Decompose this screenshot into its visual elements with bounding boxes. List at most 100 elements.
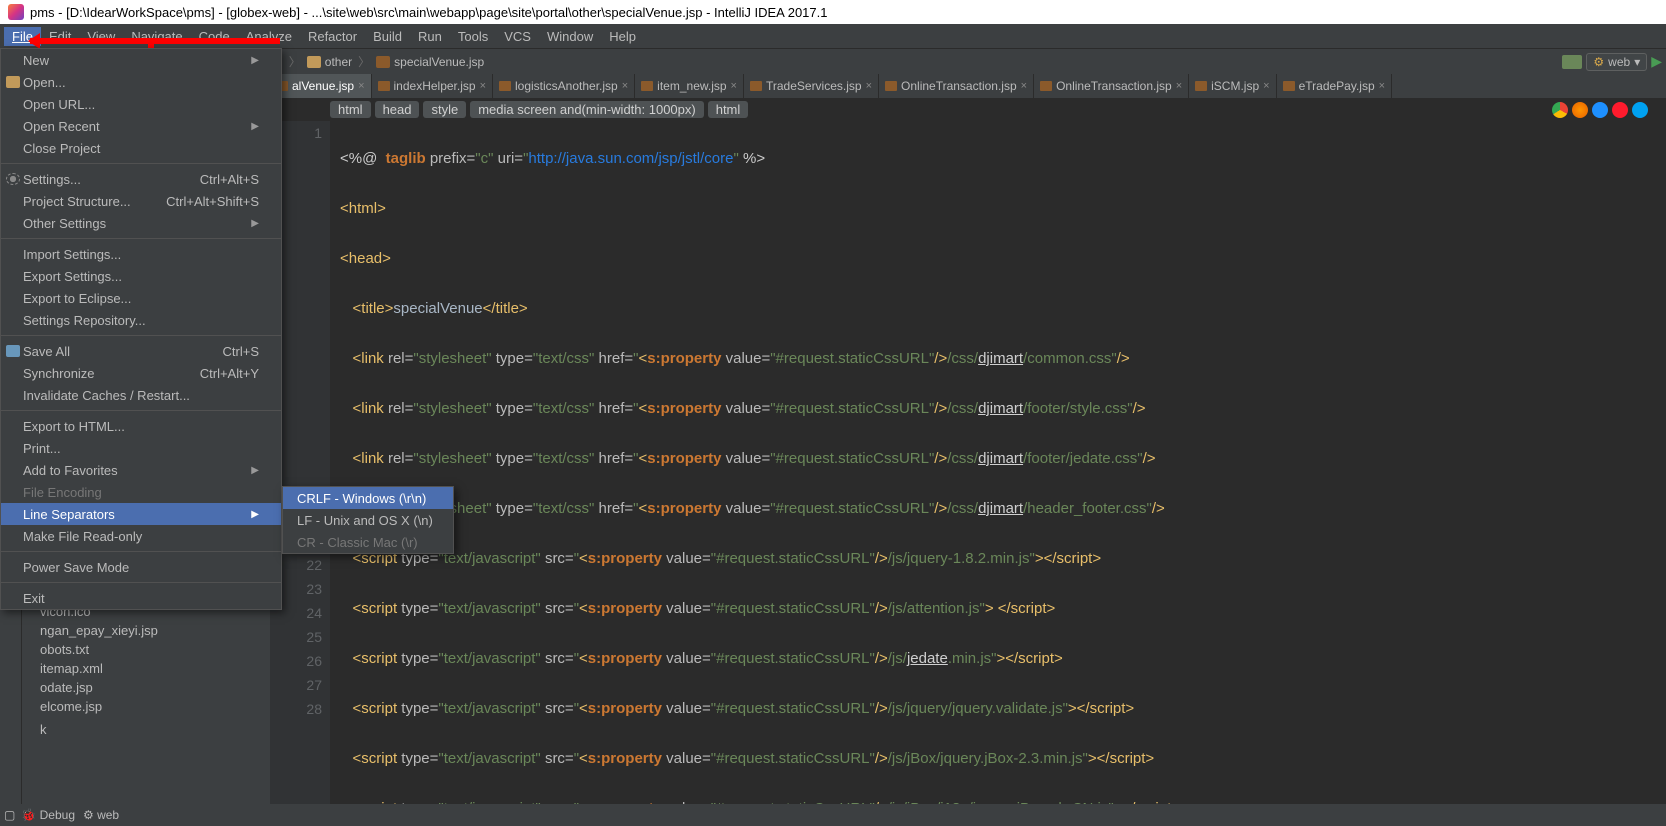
tab-logistics[interactable]: logisticsAnother.jsp×	[493, 74, 635, 98]
menu-item-save-all[interactable]: Save AllCtrl+S	[1, 340, 281, 362]
status-bar[interactable]: ▢ 🐞 Debug ⚙ web	[0, 804, 1666, 826]
close-icon[interactable]: ×	[1379, 80, 1385, 92]
web-toolwindow-button[interactable]: ⚙ web	[83, 808, 119, 822]
menu-item-line-separators[interactable]: Line Separators▶	[1, 503, 281, 525]
menu-help[interactable]: Help	[601, 27, 644, 46]
ie-icon[interactable]	[1632, 102, 1648, 118]
file-item[interactable]: odate.jsp	[22, 678, 270, 697]
browser-preview-icons[interactable]	[1552, 102, 1648, 118]
menu-build[interactable]: Build	[365, 27, 410, 46]
run-config-selector[interactable]: ⚙ web ▾	[1586, 53, 1647, 71]
menu-item-power-save[interactable]: Power Save Mode	[1, 556, 281, 578]
menu-item-settings[interactable]: Settings...Ctrl+Alt+S	[1, 168, 281, 190]
firefox-icon[interactable]	[1572, 102, 1588, 118]
menu-item-make-readonly[interactable]: Make File Read-only	[1, 525, 281, 547]
debug-toolwindow-button[interactable]: 🐞 Debug	[21, 808, 75, 822]
crumb-media[interactable]: media screen and(min-width: 1000px)	[470, 101, 704, 118]
jsp-icon	[1040, 81, 1052, 91]
menu-item-synchronize[interactable]: SynchronizeCtrl+Alt+Y	[1, 362, 281, 384]
show-toolwindows-icon[interactable]: ▢	[4, 808, 15, 822]
line-separators-submenu[interactable]: CRLF - Windows (\r\n) LF - Unix and OS X…	[282, 486, 454, 554]
crumb-html[interactable]: html	[330, 101, 371, 118]
jsp-icon	[499, 81, 511, 91]
menu-item-open-url[interactable]: Open URL...	[1, 93, 281, 115]
shortcut-label: Ctrl+Alt+S	[200, 172, 259, 187]
menu-item-add-favorites[interactable]: Add to Favorites▶	[1, 459, 281, 481]
jsp-icon	[378, 81, 390, 91]
window-title-bar: pms - [D:\IdearWorkSpace\pms] - [globex-…	[0, 0, 1666, 24]
close-icon[interactable]: ×	[480, 80, 486, 92]
gear-icon	[6, 173, 20, 185]
code-editor[interactable]: 1 2122232425262728 <%@ taglib prefix="c"…	[270, 121, 1666, 804]
opera-icon[interactable]	[1612, 102, 1628, 118]
crumb-other[interactable]: other	[325, 55, 352, 69]
close-icon[interactable]: ×	[1176, 80, 1182, 92]
menu-item-invalidate-caches[interactable]: Invalidate Caches / Restart...	[1, 384, 281, 406]
tab-specialvenue[interactable]: alVenue.jsp×	[270, 74, 372, 98]
code-content[interactable]: <%@ taglib prefix="c" uri="http://java.s…	[330, 121, 1666, 804]
submenu-item-cr: CR - Classic Mac (\r)	[283, 531, 453, 553]
submenu-arrow-icon: ▶	[251, 465, 259, 476]
window-title: pms - [D:\IdearWorkSpace\pms] - [globex-…	[30, 5, 827, 20]
crumb-html2[interactable]: html	[708, 101, 749, 118]
menu-item-export-html[interactable]: Export to HTML...	[1, 415, 281, 437]
annotation-arrow-horizontal	[30, 38, 280, 44]
shortcut-label: Ctrl+Alt+Y	[200, 366, 259, 381]
file-item[interactable]: elcome.jsp	[22, 697, 270, 716]
close-icon[interactable]: ×	[622, 80, 628, 92]
menu-window[interactable]: Window	[539, 27, 601, 46]
close-icon[interactable]: ×	[1263, 80, 1269, 92]
menu-item-open-recent[interactable]: Open Recent▶	[1, 115, 281, 137]
menu-tools[interactable]: Tools	[450, 27, 496, 46]
jsp-icon	[1195, 81, 1207, 91]
submenu-item-lf[interactable]: LF - Unix and OS X (\n)	[283, 509, 453, 531]
menu-item-print[interactable]: Print...	[1, 437, 281, 459]
menu-refactor[interactable]: Refactor	[300, 27, 365, 46]
tab-indexhelper[interactable]: indexHelper.jsp×	[372, 74, 494, 98]
menu-vcs[interactable]: VCS	[496, 27, 539, 46]
file-item[interactable]: itemap.xml	[22, 659, 270, 678]
submenu-arrow-icon: ▶	[251, 55, 259, 66]
menu-item-open[interactable]: Open...	[1, 71, 281, 93]
toolbar-icon[interactable]	[1562, 55, 1582, 69]
crumb-style[interactable]: style	[423, 101, 466, 118]
submenu-arrow-icon: ▶	[251, 218, 259, 229]
menu-item-settings-repo[interactable]: Settings Repository...	[1, 309, 281, 331]
menu-item-exit[interactable]: Exit	[1, 587, 281, 609]
menu-bar[interactable]: File Edit View Navigate Code Analyze Ref…	[0, 24, 1666, 48]
tab-onlinetransaction1[interactable]: OnlineTransaction.jsp×	[879, 74, 1034, 98]
menu-item-new[interactable]: New▶	[1, 49, 281, 71]
menu-item-file-encoding: File Encoding	[1, 481, 281, 503]
tab-onlinetransaction2[interactable]: OnlineTransaction.jsp×	[1034, 74, 1189, 98]
submenu-arrow-icon: ▶	[251, 509, 259, 520]
close-icon[interactable]: ×	[731, 80, 737, 92]
submenu-arrow-icon: ▶	[251, 121, 259, 132]
file-item[interactable]: ngan_epay_xieyi.jsp	[22, 621, 270, 640]
close-icon[interactable]: ×	[358, 80, 364, 92]
menu-item-export-settings[interactable]: Export Settings...	[1, 265, 281, 287]
file-item[interactable]: obots.txt	[22, 640, 270, 659]
crumb-file[interactable]: specialVenue.jsp	[394, 55, 484, 69]
tab-itemnew[interactable]: item_new.jsp×	[635, 74, 744, 98]
file-menu-popup[interactable]: New▶ Open... Open URL... Open Recent▶ Cl…	[0, 48, 282, 610]
editor-tabs[interactable]: alVenue.jsp× indexHelper.jsp× logisticsA…	[270, 74, 1666, 98]
menu-item-import-settings[interactable]: Import Settings...	[1, 243, 281, 265]
tab-etradepay[interactable]: eTradePay.jsp×	[1277, 74, 1392, 98]
close-icon[interactable]: ×	[866, 80, 872, 92]
menu-item-close-project[interactable]: Close Project	[1, 137, 281, 159]
tab-tradeservices[interactable]: TradeServices.jsp×	[744, 74, 879, 98]
menu-item-export-eclipse[interactable]: Export to Eclipse...	[1, 287, 281, 309]
menu-item-other-settings[interactable]: Other Settings▶	[1, 212, 281, 234]
menu-item-project-structure[interactable]: Project Structure...Ctrl+Alt+Shift+S	[1, 190, 281, 212]
chevron-down-icon: ▾	[1634, 55, 1640, 69]
crumb-head[interactable]: head	[375, 101, 420, 118]
editor-breadcrumbs[interactable]: html head style media screen and(min-wid…	[270, 98, 1666, 121]
run-button[interactable]: ▶	[1651, 53, 1662, 70]
close-icon[interactable]: ×	[1021, 80, 1027, 92]
file-item[interactable]: k	[22, 720, 270, 739]
safari-icon[interactable]	[1592, 102, 1608, 118]
tab-iscm[interactable]: iSCM.jsp×	[1189, 74, 1276, 98]
menu-run[interactable]: Run	[410, 27, 450, 46]
submenu-item-crlf[interactable]: CRLF - Windows (\r\n)	[283, 487, 453, 509]
chrome-icon[interactable]	[1552, 102, 1568, 118]
